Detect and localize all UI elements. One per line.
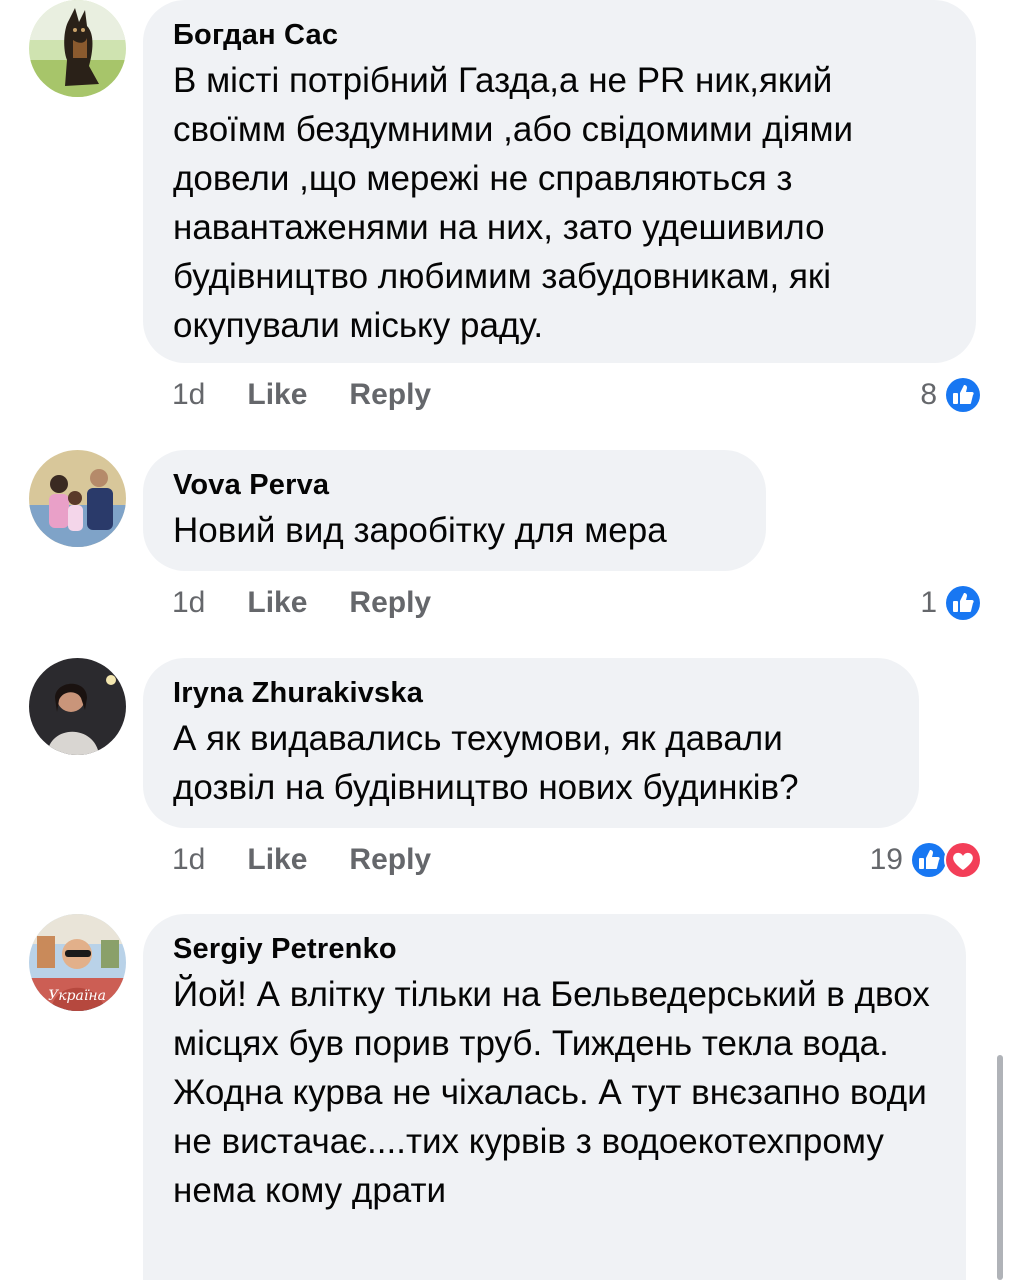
comment-text: В місті потрібний Газда,а не PR ник,який… (173, 61, 854, 345)
comment-bubble: Богдан Сас В місті потрібний Газда,а не … (143, 0, 976, 363)
comment-actions: 1d Like Reply (172, 840, 473, 880)
comment-actions: 1d Like Reply (172, 375, 473, 415)
comment-time[interactable]: 1d (172, 586, 205, 620)
comment-text: Йой! А влітку тільки на Бельведерський в… (173, 975, 930, 1210)
like-button[interactable]: Like (247, 586, 307, 620)
avatar[interactable] (29, 450, 126, 547)
comment-text: Новий вид заробітку для мера (173, 511, 667, 550)
reaction-summary[interactable]: 1 (920, 583, 983, 623)
scrollbar[interactable] (997, 1055, 1003, 1280)
reply-button[interactable]: Reply (349, 586, 431, 620)
avatar[interactable]: Україна (29, 914, 126, 1011)
like-button[interactable]: Like (247, 378, 307, 412)
reaction-summary[interactable]: 8 (920, 375, 983, 415)
comment-author[interactable]: Iryna Zhurakivska (173, 676, 889, 710)
avatar-man-photo: Україна (29, 914, 126, 1011)
like-icon (944, 584, 982, 622)
comment-actions: 1d Like Reply (172, 583, 473, 623)
avatar[interactable] (29, 658, 126, 755)
comment-time[interactable]: 1d (172, 378, 205, 412)
comment-bubble: Sergiy Petrenko Йой! А влітку тільки на … (143, 914, 966, 1280)
reaction-count: 19 (869, 843, 903, 876)
like-icon (944, 376, 982, 414)
comment-author[interactable]: Vova Perva (173, 468, 736, 502)
avatar[interactable] (29, 0, 126, 97)
comment-author[interactable]: Богдан Сас (173, 18, 946, 52)
comment-text: А як видавались техумови, як давали дозв… (173, 719, 799, 807)
avatar-family-photo (29, 450, 126, 547)
comment-author[interactable]: Sergiy Petrenko (173, 932, 936, 966)
comment-bubble: Iryna Zhurakivska А як видавались техумо… (143, 658, 919, 828)
avatar-dog-image (29, 0, 126, 97)
like-button[interactable]: Like (247, 843, 307, 877)
reaction-count: 1 (920, 586, 937, 619)
comment-bubble: Vova Perva Новий вид заробітку для мера (143, 450, 766, 571)
reaction-count: 8 (920, 378, 937, 411)
reply-button[interactable]: Reply (349, 843, 431, 877)
reaction-summary[interactable]: 19 (870, 840, 983, 880)
love-icon (944, 841, 982, 879)
comment-time[interactable]: 1d (172, 843, 205, 877)
avatar-woman-photo (29, 658, 126, 755)
avatar-caption: Україна (48, 988, 106, 1004)
reply-button[interactable]: Reply (349, 378, 431, 412)
